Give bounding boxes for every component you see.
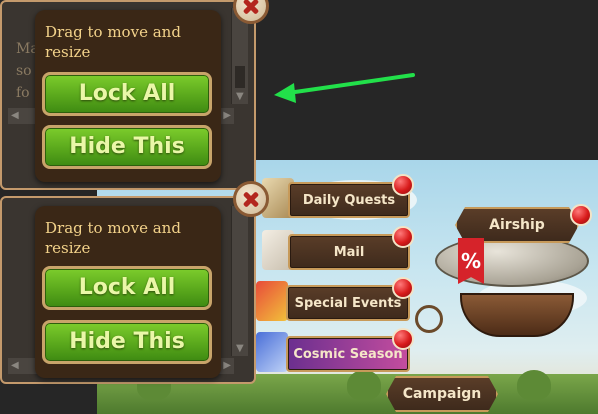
close-icon[interactable]	[233, 181, 269, 217]
notification-badge	[392, 174, 414, 196]
airship-gondola	[460, 293, 574, 337]
hide-this-button[interactable]: Hide This	[42, 320, 212, 364]
lock-all-button[interactable]: Lock All	[42, 72, 212, 116]
scroll-left-arrow-icon[interactable]: ◀	[11, 360, 19, 371]
tree	[517, 370, 551, 400]
notification-badge	[570, 204, 592, 226]
drag-popup-bottom[interactable]: Drag to move and resize Lock All Hide Th…	[35, 206, 221, 378]
vertical-scrollbar[interactable]: ▼	[231, 206, 248, 356]
scroll-down-arrow-icon[interactable]: ▼	[236, 343, 244, 354]
notification-badge	[392, 328, 414, 350]
daily-quests-button[interactable]: Daily Quests	[262, 174, 414, 218]
tree	[347, 370, 381, 400]
special-events-button[interactable]: Special Events	[256, 277, 414, 321]
star-crest-icon	[256, 332, 288, 372]
cosmic-season-button[interactable]: Cosmic Season	[256, 328, 414, 372]
notification-badge	[392, 277, 414, 299]
scroll-right-arrow-icon[interactable]: ▶	[223, 360, 231, 371]
airship-illustration[interactable]	[415, 235, 589, 345]
scroll-down-arrow-icon[interactable]: ▼	[236, 91, 244, 102]
scroll-left-arrow-icon[interactable]: ◀	[11, 110, 19, 121]
campaign-button[interactable]: Campaign	[386, 376, 498, 412]
lock-all-button[interactable]: Lock All	[42, 266, 212, 310]
overlay-panel-top[interactable]: Ma so fo ▼ ◀ ▶ Drag to move and resize L…	[0, 0, 256, 190]
drag-instruction-text: Drag to move and resize	[45, 219, 181, 257]
mail-button[interactable]: Mail	[262, 226, 414, 270]
scroll-right-arrow-icon[interactable]: ▶	[223, 110, 231, 121]
gift-box-icon	[256, 281, 288, 321]
hide-this-button[interactable]: Hide This	[42, 125, 212, 169]
notification-badge	[392, 226, 414, 248]
overlay-panel-bottom[interactable]: ▼ ◀ ▶ Drag to move and resize Lock All H…	[0, 196, 256, 384]
propeller-icon	[415, 305, 443, 333]
scrollbar-thumb[interactable]	[235, 66, 245, 88]
drag-instruction-text: Drag to move and resize	[45, 23, 181, 61]
annotation-arrow-icon	[274, 73, 415, 103]
drag-popup-top[interactable]: Drag to move and resize Lock All Hide Th…	[35, 10, 221, 182]
airship-button[interactable]: Airship	[455, 207, 579, 243]
